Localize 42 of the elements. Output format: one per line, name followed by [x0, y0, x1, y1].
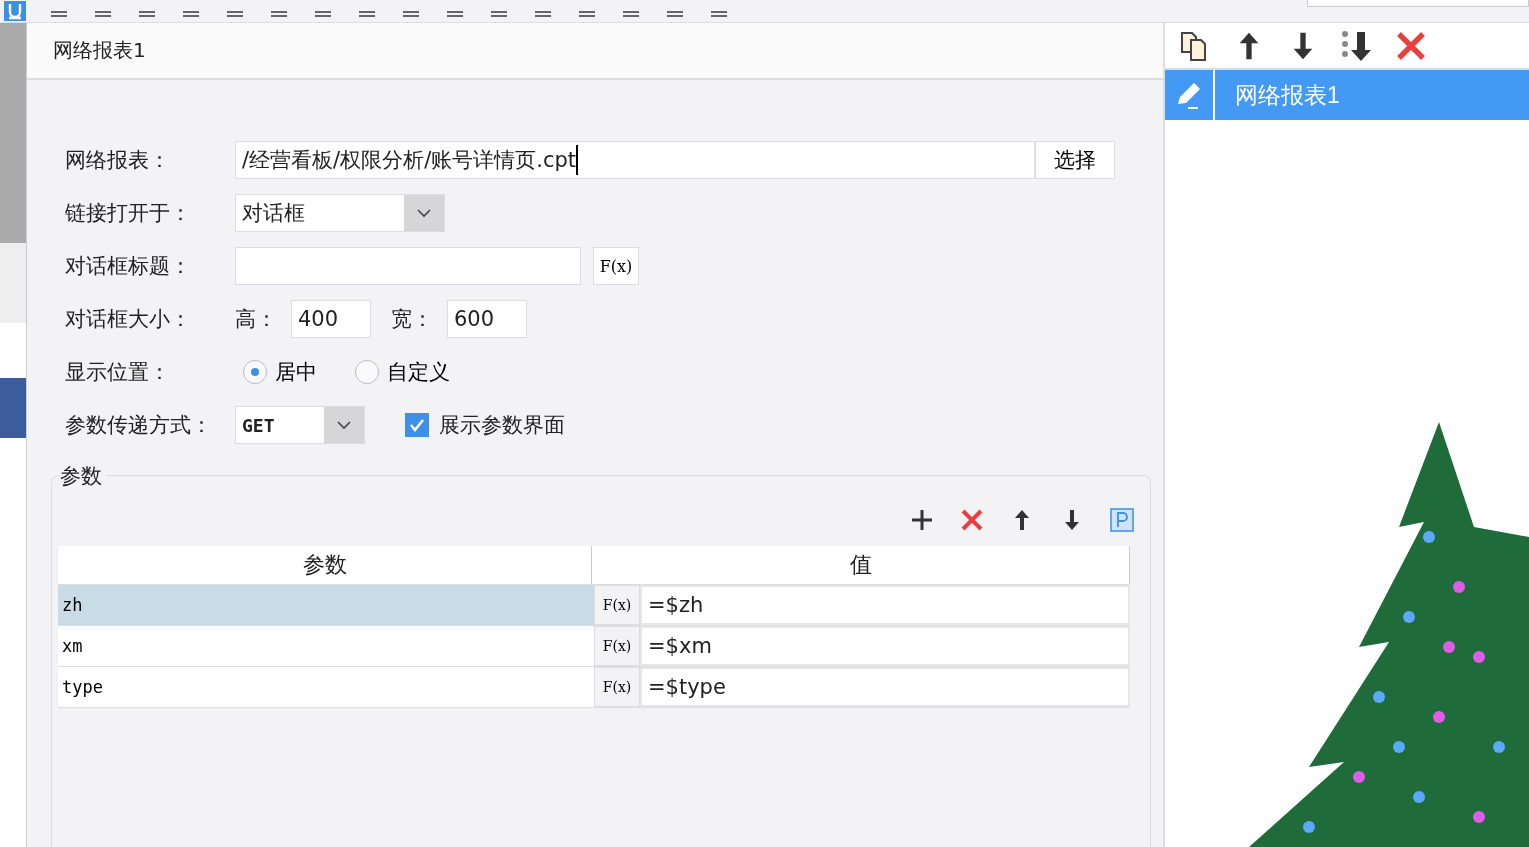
checkbox[interactable] [405, 413, 429, 437]
group-title: 参数 [60, 462, 106, 490]
param-name-cell[interactable]: zh [58, 585, 594, 625]
param-value-field[interactable]: =$zh [640, 585, 1130, 625]
formula-button[interactable]: F(x) [594, 626, 640, 666]
field-label: 对话框大小： [65, 306, 192, 333]
param-name-cell[interactable]: type [58, 667, 594, 707]
select-button[interactable]: 选择 [1035, 141, 1115, 179]
formula-button[interactable]: F(x) [594, 585, 640, 625]
position-radio[interactable]: 居中 [235, 358, 317, 386]
move-to-bottom-icon[interactable] [1341, 29, 1373, 62]
field-label: 显示位置： [65, 359, 171, 386]
tab-title[interactable]: 网络报表1 [53, 37, 146, 64]
report-path-field[interactable]: /经营看板/权限分析/账号详情页.cpt [235, 141, 1035, 179]
formula-button[interactable]: F(x) [594, 667, 640, 707]
delete-icon[interactable] [1395, 29, 1427, 62]
chevron-down-icon [336, 420, 352, 430]
formula-button[interactable]: F(x) [593, 247, 639, 285]
search-field[interactable] [1307, 0, 1529, 7]
position-radio[interactable]: 自定义 [347, 358, 450, 386]
field-label: 链接打开于： [65, 200, 192, 227]
delete-icon[interactable] [960, 508, 984, 532]
open-in-dropdown[interactable]: 对话框 [235, 194, 445, 232]
parameter-icon[interactable] [1110, 508, 1134, 532]
underline-icon[interactable] [4, 1, 26, 21]
dialog-title-field[interactable] [235, 247, 581, 285]
field-label: 网络报表： [65, 147, 171, 174]
column-header: 值 [592, 546, 1130, 584]
width-label: 宽： [391, 306, 433, 333]
width-field[interactable]: 600 [447, 300, 527, 338]
param-value-field[interactable]: =$xm [640, 626, 1130, 666]
height-label: 高： [235, 306, 277, 333]
method-dropdown[interactable]: GET [235, 406, 365, 444]
param-name-cell[interactable]: xm [58, 626, 594, 666]
column-header: 参数 [58, 546, 592, 584]
checkbox-label: 展示参数界面 [439, 412, 565, 439]
height-field[interactable]: 400 [291, 300, 371, 338]
param-value-field[interactable]: =$type [640, 667, 1130, 707]
chevron-down-icon [416, 208, 432, 218]
field-label: 对话框标题： [65, 253, 192, 280]
field-label: 参数传递方式： [65, 412, 213, 439]
add-icon[interactable] [910, 508, 934, 532]
